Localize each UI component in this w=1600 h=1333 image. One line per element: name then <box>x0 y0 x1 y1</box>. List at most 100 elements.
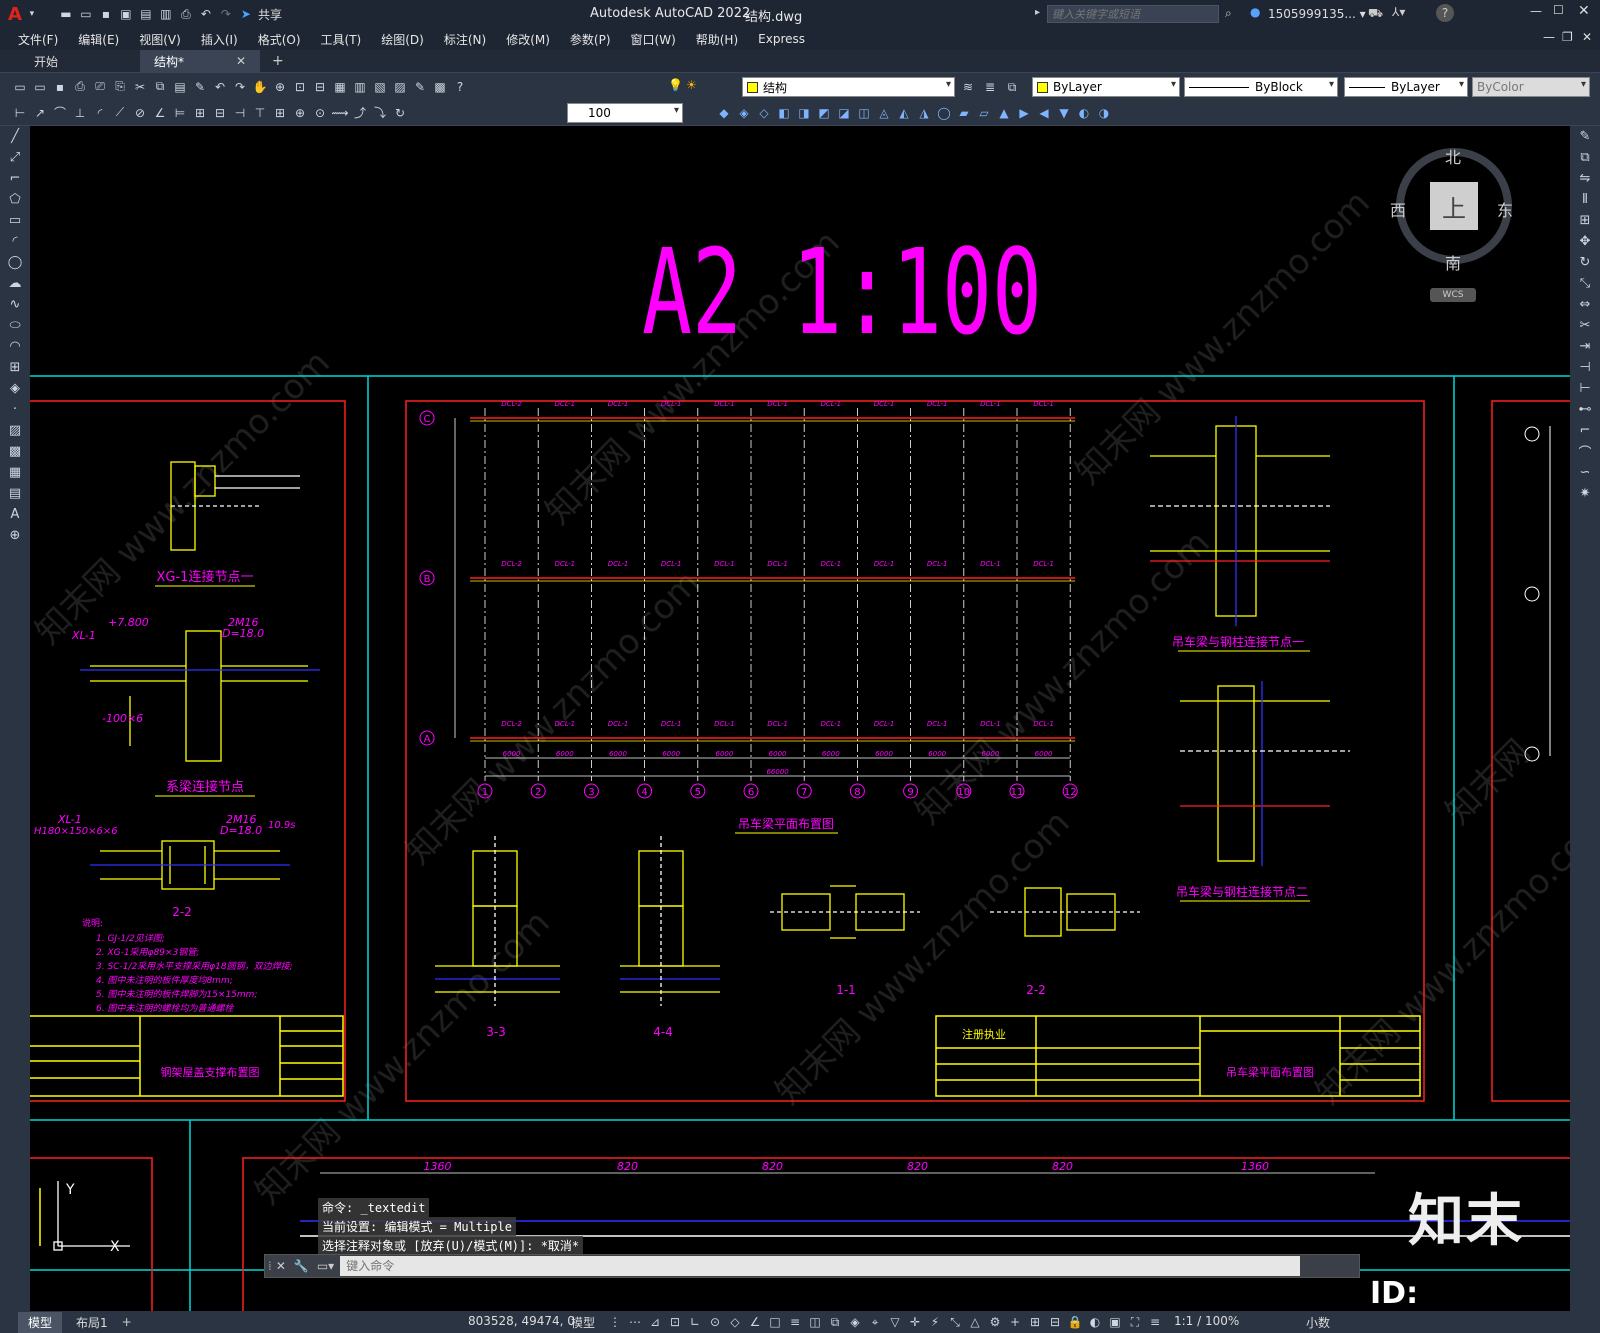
hatch-icon[interactable]: ◭ <box>894 103 914 123</box>
center-mark-icon[interactable]: ⊕ <box>290 103 310 123</box>
compass-west[interactable]: 西 <box>1390 197 1406 221</box>
toolpalettes-icon[interactable]: ▧ <box>370 77 390 97</box>
doc-close-icon[interactable]: ✕ <box>1582 30 1592 44</box>
drawing-scale-title[interactable]: A2 1:100 <box>642 223 1042 361</box>
zoom-realtime-icon[interactable]: ⊕ <box>270 77 290 97</box>
open-icon[interactable]: ▭ <box>30 77 50 97</box>
viewcube-top-face[interactable]: 上 <box>1430 182 1478 230</box>
dim-text-edit-icon[interactable]: ⤵ <box>370 103 390 123</box>
doc-restore-icon[interactable]: ❐ <box>1562 30 1573 44</box>
share-icon[interactable]: ➤ <box>236 4 256 24</box>
ungroup-icon[interactable]: ◀ <box>1034 103 1054 123</box>
dim-angular-icon[interactable]: ∠ <box>150 103 170 123</box>
cart-icon[interactable]: ⛟ <box>1368 6 1383 22</box>
copy-icon[interactable]: ⧉ <box>150 77 170 97</box>
wipeout-icon[interactable]: ▱ <box>974 103 994 123</box>
search-input[interactable] <box>1047 5 1219 23</box>
model-space-toggle[interactable]: 模型 <box>565 1314 601 1331</box>
undo-icon[interactable]: ↶ <box>210 77 230 97</box>
tolerance-icon[interactable]: ⊞ <box>270 103 290 123</box>
selection-filter-icon[interactable]: ▽ <box>885 1312 905 1332</box>
rectangle-icon[interactable]: ▭ <box>0 210 30 231</box>
save-icon[interactable]: ▪ <box>96 4 116 24</box>
graphics-performance-icon[interactable]: ▣ <box>1105 1312 1125 1332</box>
isolate-icon[interactable]: ▼ <box>1054 103 1074 123</box>
ortho-icon[interactable]: ∟ <box>685 1312 705 1332</box>
isolate-objects-icon[interactable]: ◐ <box>1085 1312 1105 1332</box>
3d-osnap-icon[interactable]: ◈ <box>845 1312 865 1332</box>
layer-match-icon[interactable]: ≣ <box>980 77 1000 97</box>
copy-icon[interactable]: ⧉ <box>1570 147 1600 168</box>
line-icon[interactable]: ╱ <box>0 126 30 147</box>
trim-icon[interactable]: ✂ <box>1570 315 1600 336</box>
add-layout-icon[interactable]: + <box>122 1315 132 1329</box>
blend-icon[interactable]: ∽ <box>1570 462 1600 483</box>
annotation-monitor-icon[interactable]: + <box>1005 1312 1025 1332</box>
print-icon[interactable]: ⎙ <box>176 4 196 24</box>
transparency-icon[interactable]: ◫ <box>805 1312 825 1332</box>
dim-diameter-icon[interactable]: ⊘ <box>130 103 150 123</box>
break-icon[interactable]: ⊢ <box>1570 378 1600 399</box>
command-grip-icon[interactable]: ⁞ <box>268 1259 272 1273</box>
command-prompt-icon[interactable]: ▭▾ <box>317 1259 334 1273</box>
hatch-icon[interactable]: ▨ <box>0 420 30 441</box>
scale-icon[interactable]: ⤡ <box>1570 273 1600 294</box>
lightbulb-icon[interactable]: 💡 <box>668 78 683 92</box>
properties-icon[interactable]: ▦ <box>330 77 350 97</box>
tab-start[interactable]: 开始 <box>20 50 140 72</box>
coordinates[interactable]: 803528, 49474, 0 <box>462 1314 581 1328</box>
tab-layout1[interactable]: 布局1 <box>66 1312 118 1333</box>
menu-window[interactable]: 窗口(W) <box>621 31 686 48</box>
insert-block-icon[interactable]: ⊞ <box>0 357 30 378</box>
annotation-scale[interactable]: 1:1 / 100% <box>1168 1314 1245 1328</box>
purge-icon[interactable]: ◑ <box>1094 103 1114 123</box>
region-icon[interactable]: ▰ <box>954 103 974 123</box>
dropdown-icon[interactable]: ▾ <box>22 4 42 24</box>
markup-icon[interactable]: ✎ <box>410 77 430 97</box>
jogged-linear-icon[interactable]: ⟿ <box>330 103 350 123</box>
selection-cycling-icon[interactable]: ⧉ <box>825 1312 845 1332</box>
dim-edit-icon[interactable]: ⤴ <box>350 103 370 123</box>
revcloud-icon[interactable]: ▲ <box>994 103 1014 123</box>
polar-icon[interactable]: ⊙ <box>705 1312 725 1332</box>
new-tab-icon[interactable]: + <box>272 53 284 69</box>
help-icon[interactable]: ? <box>1436 4 1454 22</box>
compass-south[interactable]: 南 <box>1445 250 1461 274</box>
command-input[interactable] <box>340 1256 1301 1276</box>
dim-update-icon[interactable]: ↻ <box>390 103 410 123</box>
extend-icon[interactable]: ⇥ <box>1570 336 1600 357</box>
dim-radius-icon[interactable]: ◜ <box>90 103 110 123</box>
sun-icon[interactable]: ☀ <box>686 78 697 92</box>
polygon-icon[interactable]: ⬠ <box>0 189 30 210</box>
autocad-logo-icon[interactable]: A <box>8 4 22 25</box>
revcloud-icon[interactable]: ☁ <box>0 273 30 294</box>
dim-space-icon[interactable]: ⊣ <box>230 103 250 123</box>
group-icon[interactable]: ▶ <box>1014 103 1034 123</box>
compass-east[interactable]: 东 <box>1497 197 1513 221</box>
join-icon[interactable]: ⊷ <box>1570 399 1600 420</box>
lock-ui-icon[interactable]: 🔒 <box>1065 1312 1085 1332</box>
explode-icon[interactable]: ✷ <box>1570 483 1600 504</box>
layer-states-icon[interactable]: ≋ <box>958 77 978 97</box>
circle-icon[interactable]: ◯ <box>0 252 30 273</box>
pan-icon[interactable]: ✋ <box>250 77 270 97</box>
rotate-icon[interactable]: ↻ <box>1570 252 1600 273</box>
share-label[interactable]: 共享 <box>258 6 282 23</box>
menu-draw[interactable]: 绘图(D) <box>371 31 434 48</box>
calc-icon[interactable]: ▩ <box>430 77 450 97</box>
block-edit-icon[interactable]: ◇ <box>754 103 774 123</box>
autodesk-account-icon[interactable]: ⅄▾ <box>1392 5 1405 19</box>
zoom-window-icon[interactable]: ⊡ <box>290 77 310 97</box>
table-icon[interactable]: ▤ <box>0 483 30 504</box>
dim-break-icon[interactable]: ⊤ <box>250 103 270 123</box>
layer-dropdown[interactable]: 结构 ▾ <box>742 77 955 97</box>
dim-continue-icon[interactable]: ⊟ <box>210 103 230 123</box>
linetype-dropdown[interactable]: ByBlock ▾ <box>1184 77 1338 97</box>
qnew-icon[interactable]: ▭ <box>10 77 30 97</box>
menu-file[interactable]: 文件(F) <box>8 31 68 48</box>
grid-icon[interactable]: ⋮ <box>605 1312 625 1332</box>
menu-modify[interactable]: 修改(M) <box>496 31 560 48</box>
sheetset-icon[interactable]: ▨ <box>390 77 410 97</box>
ellipse-arc-icon[interactable]: ◠ <box>0 336 30 357</box>
erase-icon[interactable]: ✎ <box>1570 126 1600 147</box>
